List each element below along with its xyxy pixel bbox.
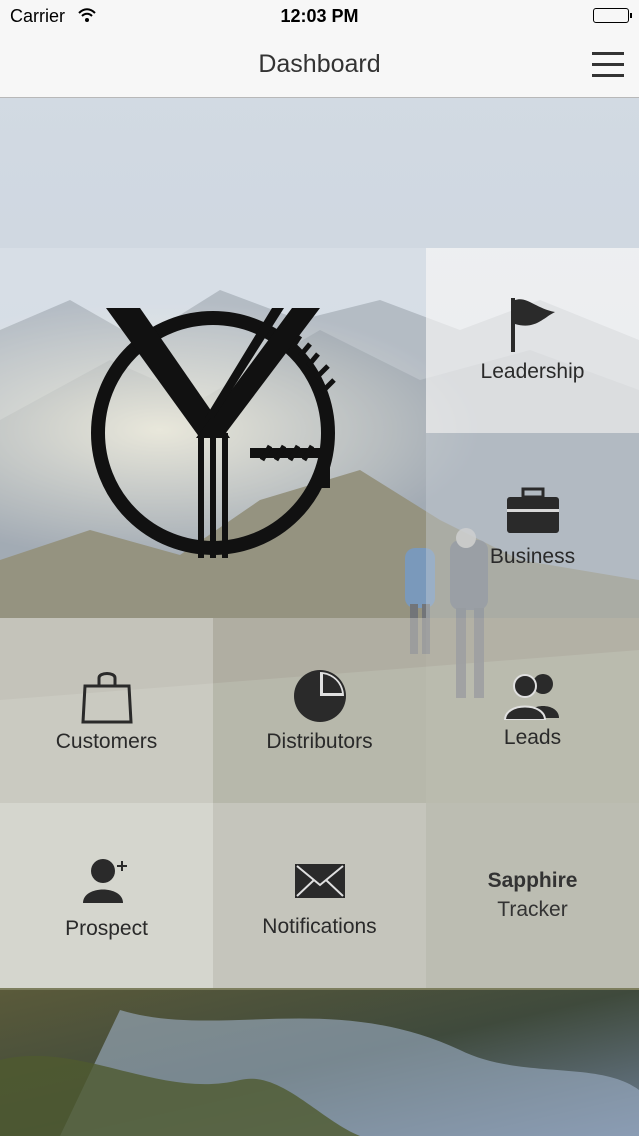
tile-customers-label: Customers <box>55 730 158 753</box>
tile-leadership-label: Leadership <box>480 360 585 383</box>
page-title: Dashboard <box>258 50 381 78</box>
battery-icon <box>593 8 632 23</box>
envelope-icon <box>294 864 345 898</box>
add-user-icon <box>82 859 127 903</box>
clock-label: 12:03 PM <box>280 6 359 26</box>
tile-prospect[interactable]: Prospect <box>0 803 213 988</box>
tile-sapphire-tracker[interactable]: Sapphire Tracker <box>426 803 639 988</box>
tile-business-label: Business <box>489 545 576 568</box>
nav-bar: Dashboard <box>0 34 639 98</box>
briefcase-icon <box>506 487 559 533</box>
tile-prospect-label: Prospect <box>65 917 148 940</box>
tile-leads-label: Leads <box>503 726 562 749</box>
tile-distributors[interactable]: Distributors <box>213 618 426 803</box>
brand-logo-tile <box>0 248 426 618</box>
sapphire-title: Sapphire <box>487 869 578 892</box>
tile-leads[interactable]: Leads <box>426 618 639 803</box>
tile-customers[interactable]: Customers <box>0 618 213 803</box>
tile-notifications-label: Notifications <box>262 915 377 938</box>
tile-notifications[interactable]: Notifications <box>213 803 426 988</box>
tile-leadership[interactable]: Leadership <box>426 248 639 433</box>
tile-distributors-label: Distributors <box>266 730 373 753</box>
users-icon <box>503 674 559 720</box>
pie-chart-icon <box>293 670 346 722</box>
flag-icon <box>510 298 555 352</box>
sapphire-subtitle: Tracker <box>497 898 568 921</box>
shopping-bag-icon <box>80 672 133 724</box>
brand-logo <box>91 308 336 558</box>
hamburger-menu-icon[interactable] <box>592 52 624 78</box>
status-bar: Carrier 12:03 PM <box>0 0 639 34</box>
tile-business[interactable]: Business <box>426 433 639 618</box>
